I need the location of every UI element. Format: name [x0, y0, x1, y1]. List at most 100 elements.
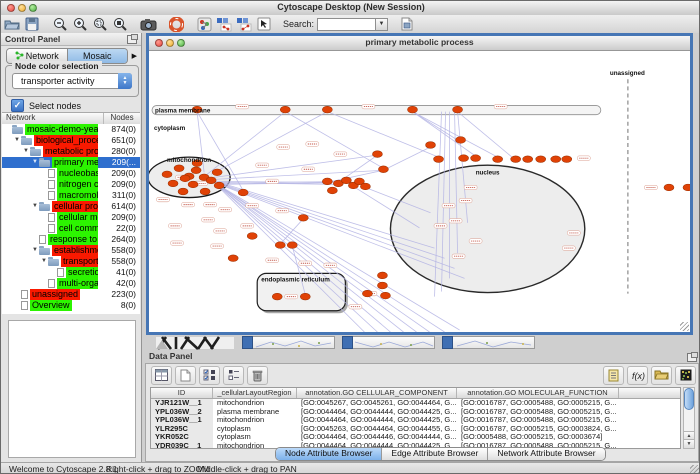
- network-node[interactable]: [407, 106, 417, 113]
- ontology-network-icon[interactable]: [195, 16, 213, 32]
- network-node[interactable]: [683, 184, 690, 191]
- tree-row[interactable]: ▼biological_process651(0): [2, 135, 140, 146]
- network-node[interactable]: [453, 106, 463, 113]
- network-node[interactable]: [238, 189, 248, 196]
- open-icon[interactable]: [3, 16, 21, 32]
- table-row[interactable]: YJR121W__1mitochondrion[GO:0045267, GO:0…: [151, 399, 680, 408]
- zoom-in-icon[interactable]: [71, 16, 89, 32]
- layout-network-icon-a[interactable]: [215, 16, 233, 32]
- network-node[interactable]: [471, 155, 481, 162]
- search-input[interactable]: [317, 18, 375, 31]
- table-column-header[interactable]: annotation.GO MOLECULAR_FUNCTION: [457, 388, 619, 398]
- app-resize-grip[interactable]: [690, 465, 700, 474]
- network-node[interactable]: [664, 184, 674, 191]
- network-node[interactable]: [362, 290, 372, 297]
- disclosure-triangle-icon[interactable]: ▼: [31, 201, 39, 212]
- network-canvas[interactable]: plasma membranecytoplasmmitochondrionnuc…: [149, 51, 690, 332]
- network-node[interactable]: [168, 180, 178, 187]
- network-node[interactable]: [191, 167, 201, 174]
- table-column-header[interactable]: ID: [151, 388, 213, 398]
- network-node[interactable]: [300, 293, 310, 300]
- scroll-down-icon[interactable]: ▼: [684, 439, 694, 448]
- table-column-header[interactable]: annotation.GO CELLULAR_COMPONENT: [297, 388, 457, 398]
- tree-row[interactable]: ▼metabolic process280(0): [2, 146, 140, 157]
- network-node[interactable]: [247, 233, 257, 240]
- tree-row[interactable]: ▼cellular process614(0): [2, 201, 140, 212]
- network-node[interactable]: [377, 282, 387, 289]
- network-node[interactable]: [380, 292, 390, 299]
- background-window-sliver[interactable]: [242, 336, 335, 349]
- delete-attribute-icon[interactable]: [247, 366, 268, 385]
- network-node[interactable]: [511, 156, 521, 163]
- network-node[interactable]: [459, 155, 469, 162]
- background-window-fragment[interactable]: [156, 335, 234, 350]
- table-row[interactable]: YLR295Ccytoplasm[GO:0045263, GO:0044464,…: [151, 425, 680, 434]
- table-row[interactable]: YPL036W__1mitochondrion[GO:0044464, GO:0…: [151, 416, 680, 425]
- network-node[interactable]: [536, 156, 546, 163]
- network-node[interactable]: [280, 106, 290, 113]
- tree-row[interactable]: ▼establishment of lo558(0): [2, 245, 140, 256]
- network-node[interactable]: [327, 187, 337, 194]
- table-column-header[interactable]: _cellularLayoutRegion: [213, 388, 297, 398]
- network-node[interactable]: [322, 106, 332, 113]
- network-node[interactable]: [228, 255, 238, 262]
- network-node[interactable]: [162, 171, 172, 178]
- zoom-fit-icon[interactable]: [91, 16, 109, 32]
- network-node[interactable]: [214, 182, 224, 189]
- disclosure-triangle-icon[interactable]: ▼: [13, 135, 21, 146]
- network-node[interactable]: [287, 242, 297, 249]
- table-row[interactable]: YKR052Ccytoplasm[GO:0044464, GO:0044446,…: [151, 433, 680, 442]
- disclosure-triangle-icon[interactable]: ▼: [31, 157, 39, 168]
- disclosure-triangle-icon[interactable]: ▼: [22, 146, 30, 157]
- zoom-out-icon[interactable]: [51, 16, 69, 32]
- network-node[interactable]: [275, 242, 285, 249]
- tree-row[interactable]: ▼transport558(0): [2, 256, 140, 267]
- network-node[interactable]: [562, 156, 572, 163]
- save-icon[interactable]: [23, 16, 41, 32]
- float-panel-icon[interactable]: [127, 35, 137, 44]
- tab-overflow-arrow-icon[interactable]: ▶: [128, 52, 137, 60]
- network-node[interactable]: [188, 181, 198, 188]
- network-node[interactable]: [298, 214, 308, 221]
- network-node[interactable]: [206, 177, 216, 184]
- report-icon[interactable]: [603, 366, 624, 385]
- unified-list-icon[interactable]: [223, 366, 244, 385]
- tree-col-nodes[interactable]: Nodes: [104, 113, 140, 124]
- search-dropdown-arrow[interactable]: ▼: [375, 18, 388, 31]
- new-attribute-icon[interactable]: [175, 366, 196, 385]
- node-color-dropdown[interactable]: transporter activity ▲▼: [12, 73, 132, 89]
- network-node[interactable]: [426, 142, 436, 149]
- window-resize-grip[interactable]: [680, 322, 689, 331]
- tree-row[interactable]: Overview8(0): [2, 300, 140, 311]
- network-node[interactable]: [372, 151, 382, 158]
- network-node[interactable]: [322, 178, 332, 185]
- import-icon[interactable]: [651, 366, 672, 385]
- network-node[interactable]: [212, 169, 222, 176]
- network-node[interactable]: [493, 156, 503, 163]
- background-window-sliver[interactable]: [342, 336, 435, 349]
- select-nodes-checkbox[interactable]: ✓: [11, 99, 24, 112]
- birds-eye-view[interactable]: [8, 320, 136, 458]
- network-node[interactable]: [456, 137, 466, 144]
- background-window-sliver[interactable]: [442, 336, 535, 349]
- tree-col-network[interactable]: Network: [2, 113, 104, 124]
- tree-row[interactable]: macromolecule311(0): [2, 190, 140, 201]
- scrollbar-thumb[interactable]: [684, 388, 694, 410]
- tab-node-attribute-browser[interactable]: Node Attribute Browser: [276, 448, 382, 460]
- tab-network-attribute-browser[interactable]: Network Attribute Browser: [488, 448, 604, 460]
- tree-row[interactable]: nitrogen compo209(0): [2, 179, 140, 190]
- network-node[interactable]: [377, 272, 387, 279]
- table-row[interactable]: YPL036W__2plasma membrane[GO:0044464, GO…: [151, 408, 680, 417]
- matrix-icon[interactable]: [675, 366, 696, 385]
- snapshot-icon[interactable]: [139, 16, 157, 32]
- network-node[interactable]: [180, 175, 190, 182]
- function-icon[interactable]: f(x): [627, 366, 648, 385]
- network-node[interactable]: [174, 165, 184, 172]
- tab-edge-attribute-browser[interactable]: Edge Attribute Browser: [382, 448, 488, 460]
- tree-row[interactable]: response to stimulu264(0): [2, 234, 140, 245]
- layout-network-icon-b[interactable]: [235, 16, 253, 32]
- float-panel-icon[interactable]: [687, 353, 697, 362]
- tree-row[interactable]: unassigned223(0): [2, 289, 140, 300]
- help-icon[interactable]: [167, 16, 185, 32]
- network-node[interactable]: [272, 293, 282, 300]
